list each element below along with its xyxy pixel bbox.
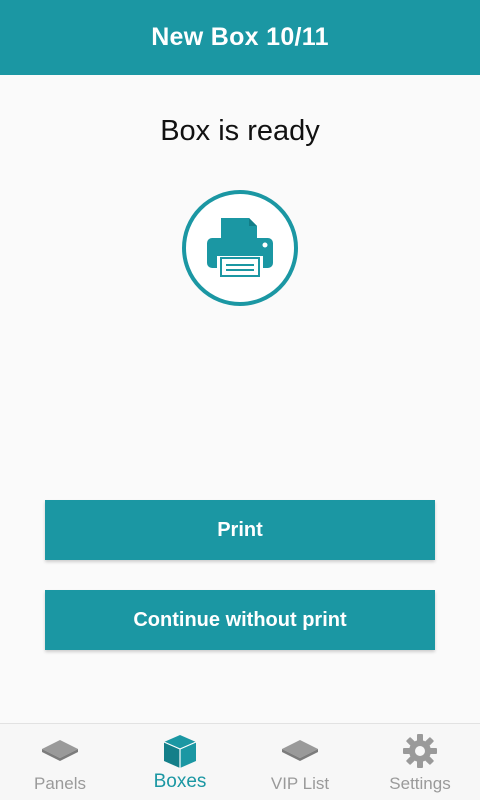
nav-item-boxes[interactable]: Boxes: [120, 724, 240, 800]
print-button[interactable]: Print: [45, 500, 435, 560]
status-message: Box is ready: [160, 115, 320, 147]
nav-label-panels: Panels: [34, 774, 86, 793]
panels-icon: [40, 732, 80, 770]
nav-item-settings[interactable]: Settings: [360, 724, 480, 800]
box-icon: [161, 732, 199, 770]
nav-item-vip-list[interactable]: VIP List: [240, 724, 360, 800]
gear-icon: [402, 732, 438, 770]
nav-label-vip-list: VIP List: [270, 774, 330, 793]
nav-label-settings: Settings: [389, 774, 451, 793]
top-app-bar: New Box 10/11: [0, 0, 480, 75]
vip-list-icon: [280, 732, 320, 770]
page-title: New Box 10/11: [151, 23, 329, 51]
nav-label-boxes: Boxes: [153, 771, 207, 792]
main-content: Box is ready Print Continue without prin…: [0, 75, 480, 724]
nav-item-panels[interactable]: Panels: [0, 724, 120, 800]
print-button-label: Print: [217, 518, 263, 541]
continue-without-print-button[interactable]: Continue without print: [45, 590, 435, 650]
bottom-navigation: Panels Boxes VIP List Settings: [0, 723, 480, 800]
printer-icon: [182, 190, 298, 306]
app-screen: New Box 10/11 Box is ready Print Continu…: [0, 0, 480, 800]
printer-icon-graphic: [207, 218, 273, 278]
continue-button-label: Continue without print: [133, 608, 347, 631]
